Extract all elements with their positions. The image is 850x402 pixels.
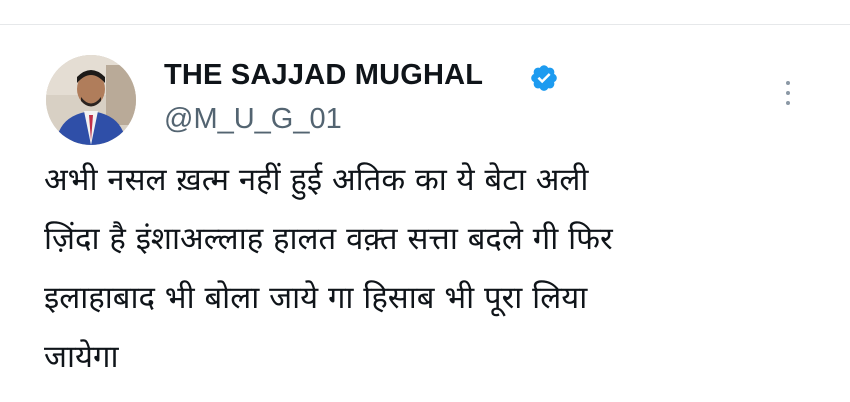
tweet-card[interactable]: THE SAJJAD MUGHAL @M_U_G_01 अभी नसल ख़त्… — [0, 25, 850, 402]
bottom-fade — [0, 382, 850, 402]
avatar[interactable] — [46, 55, 136, 145]
tweet-text: अभी नसल ख़त्म नहीं हुई अतिक का ये बेटा अ… — [44, 162, 613, 375]
more-options-dot — [786, 101, 790, 105]
author-handle[interactable]: @M_U_G_01 — [164, 103, 342, 136]
more-options-dot — [786, 91, 790, 95]
author-display-name[interactable]: THE SAJJAD MUGHAL — [164, 59, 483, 92]
verified-badge-icon — [531, 65, 557, 91]
more-options-icon — [786, 81, 790, 85]
more-options-button[interactable] — [776, 75, 800, 115]
